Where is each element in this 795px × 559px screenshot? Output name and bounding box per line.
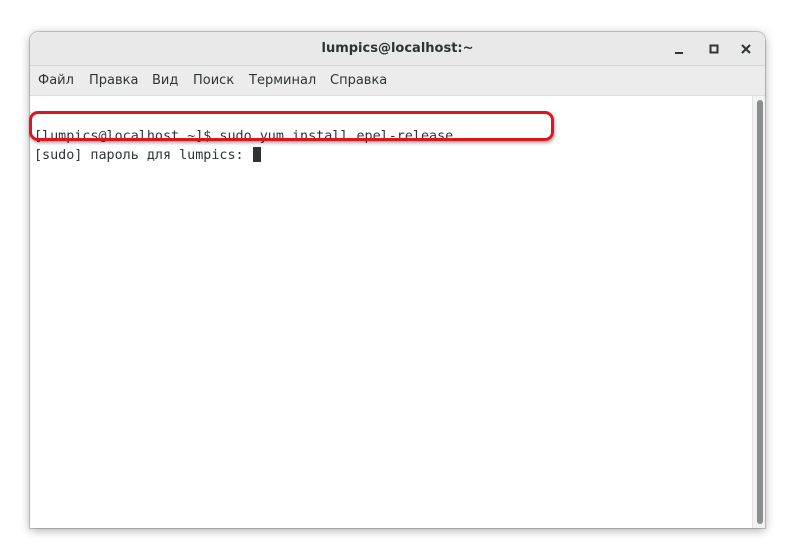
maximize-button[interactable] [703,38,725,60]
menu-bar: Файл Правка Вид Поиск Терминал Справка [30,66,765,96]
password-prompt: [sudo] пароль для lumpics: [34,148,252,163]
menu-help[interactable]: Справка [328,66,389,95]
maximize-icon [709,44,719,54]
minimize-icon [675,52,683,54]
menu-search[interactable]: Поиск [191,66,236,95]
title-bar[interactable]: lumpics@localhost:~ [30,32,765,66]
terminal-output[interactable]: [lumpics@localhost ~]$ sudo yum install … [30,96,752,528]
close-icon [741,44,751,54]
menu-terminal[interactable]: Терминал [247,66,318,95]
terminal-prompt-line: [sudo] пароль для lumpics: [34,147,261,164]
terminal-line: [lumpics@localhost ~]$ sudo yum install … [34,129,454,144]
menu-file[interactable]: Файл [36,66,76,95]
terminal-cursor [252,147,261,162]
menu-edit[interactable]: Правка [87,66,140,95]
menu-view[interactable]: Вид [150,66,180,95]
close-button[interactable] [735,38,757,60]
terminal-window: lumpics@localhost:~ Файл Правка Вид Поис… [30,32,765,528]
minimize-button[interactable] [668,38,690,60]
window-title: lumpics@localhost:~ [321,41,474,56]
vertical-scrollbar[interactable] [752,96,765,528]
scrollbar-thumb[interactable] [757,100,763,524]
